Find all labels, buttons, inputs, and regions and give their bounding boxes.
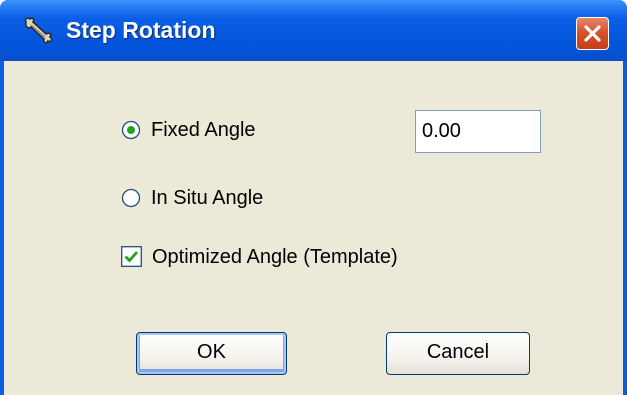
fixed-angle-label[interactable]: Fixed Angle — [151, 119, 256, 142]
ok-button[interactable]: OK — [136, 332, 287, 375]
fixed-angle-radio[interactable] — [121, 120, 141, 140]
dialog-title: Step Rotation — [66, 17, 216, 43]
in-situ-angle-label[interactable]: In Situ Angle — [151, 187, 263, 210]
optimized-angle-checkbox[interactable] — [121, 246, 142, 267]
title-bar[interactable]: Step Rotation — [0, 0, 627, 61]
close-icon — [584, 25, 601, 42]
cancel-button[interactable]: Cancel — [386, 332, 530, 375]
close-button[interactable] — [576, 17, 609, 50]
bone-icon — [22, 16, 58, 46]
in-situ-angle-radio[interactable] — [121, 188, 141, 208]
dialog-body: Fixed Angle In Situ Angle Optimized Angl… — [4, 61, 623, 395]
optimized-angle-label[interactable]: Optimized Angle (Template) — [152, 246, 398, 269]
fixed-angle-field[interactable] — [415, 110, 541, 153]
step-rotation-dialog: Step Rotation Fixed Angle In Situ Angle … — [0, 0, 627, 395]
